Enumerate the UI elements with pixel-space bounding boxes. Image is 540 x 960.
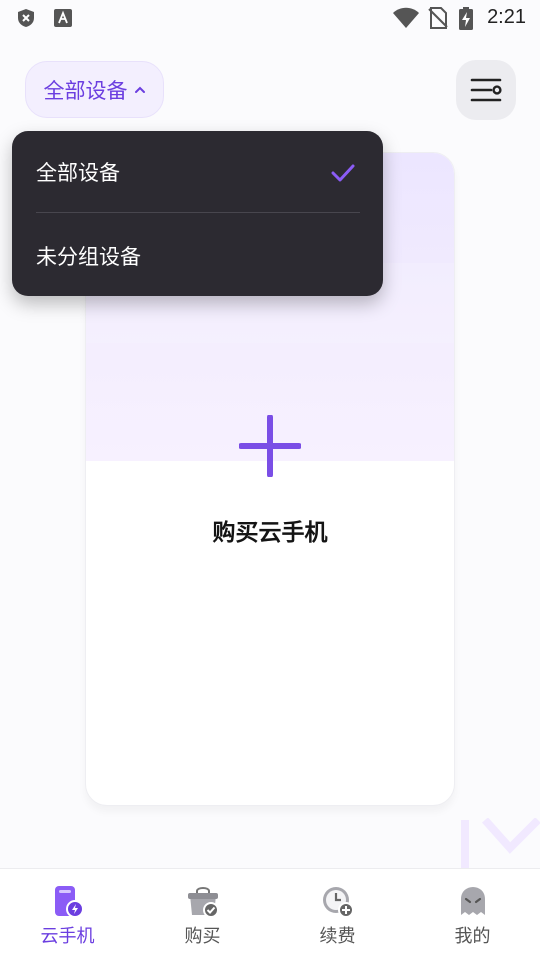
nav-label: 我的 [454, 926, 491, 947]
background-decoration [461, 818, 540, 870]
plus-icon [239, 415, 301, 477]
clock-plus-icon [322, 887, 354, 918]
tab-cloud-phone[interactable]: 云手机 [0, 869, 135, 960]
screen: 2:21 全部设备 购买云手机 全部设备 未分组设备 云手机 购买 续费 我的 [0, 0, 540, 960]
tab-renew[interactable]: 续费 [270, 869, 405, 960]
menu-settings-icon [470, 78, 502, 102]
dropdown-item-ungrouped-devices[interactable]: 未分组设备 [12, 215, 383, 297]
cloud-phone-icon [54, 886, 84, 918]
bottom-nav: 云手机 购买 续费 我的 [0, 868, 540, 960]
chevron-up-icon [134, 86, 145, 93]
wifi-icon [393, 7, 419, 28]
battery-charging-icon [459, 7, 473, 30]
dropdown-item-label: 全部设备 [36, 161, 120, 185]
status-bar: 2:21 [0, 0, 540, 36]
nav-label: 购买 [184, 926, 221, 947]
shopping-bag-icon [187, 887, 219, 918]
buy-cloud-phone-label: 购买云手机 [212, 520, 328, 546]
shield-x-icon [18, 9, 34, 27]
dropdown-divider [36, 212, 360, 213]
tab-mine[interactable]: 我的 [405, 869, 540, 960]
nav-label: 续费 [319, 926, 356, 947]
font-a-icon [54, 9, 72, 27]
device-group-selector[interactable]: 全部设备 [25, 61, 164, 118]
ghost-icon [460, 887, 485, 915]
menu-button[interactable] [456, 60, 516, 120]
tab-buy[interactable]: 购买 [135, 869, 270, 960]
group-selector-label: 全部设备 [43, 78, 128, 103]
nav-label: 云手机 [40, 926, 95, 947]
checkmark-icon [331, 164, 355, 182]
status-time: 2:21 [487, 6, 526, 28]
dropdown-item-label: 未分组设备 [36, 245, 141, 269]
no-sim-icon [428, 7, 448, 29]
dropdown-item-all-devices[interactable]: 全部设备 [12, 131, 383, 213]
device-group-dropdown: 全部设备 未分组设备 [12, 131, 383, 296]
